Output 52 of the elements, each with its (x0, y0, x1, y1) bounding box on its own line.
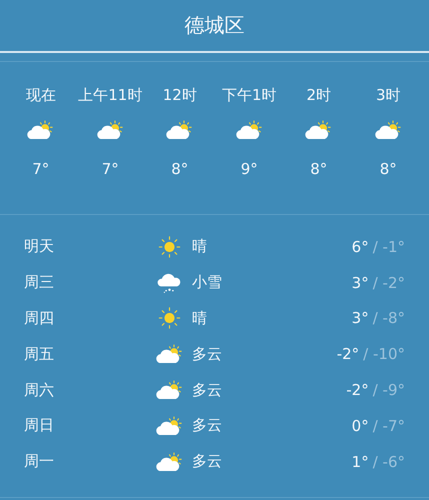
partly-cloudy-icon (156, 450, 182, 473)
hour-label: 现在 (26, 86, 56, 106)
low-temperature: / -9° (372, 381, 405, 400)
condition-label: 小雪 (192, 273, 223, 292)
partly-cloudy-icon (96, 120, 124, 140)
partly-cloudy-icon (236, 120, 263, 140)
hour-label: 下午1时 (222, 86, 277, 106)
day-label: 周一 (24, 452, 55, 472)
low-temperature: / -1° (372, 238, 405, 256)
day-label: 明天 (24, 237, 55, 256)
condition-label: 多云 (192, 380, 223, 400)
condition-label: 晴 (192, 308, 208, 328)
low-temperature: / -7° (372, 416, 405, 435)
high-temperature: 6° (352, 238, 369, 256)
high-temperature: 3° (352, 309, 369, 328)
high-temperature: -2° (336, 345, 360, 364)
hour-temperature: 7° (32, 160, 50, 178)
partly-cloudy-icon (166, 120, 194, 140)
partly-cloudy-icon (374, 120, 402, 140)
location-title: 德城区 (184, 12, 244, 39)
day-label: 周五 (24, 344, 55, 364)
low-temperature: / -6° (372, 452, 405, 471)
condition-label: 多云 (192, 452, 223, 472)
high-temperature: 3° (352, 274, 369, 292)
partly-cloudy-icon (156, 414, 182, 437)
day-label: 周四 (24, 308, 55, 328)
partly-cloudy-icon (305, 120, 332, 140)
condition-label: 多云 (192, 344, 223, 364)
high-temperature: -2° (346, 381, 369, 400)
hour-label: 上午11时 (78, 86, 142, 106)
condition-label: 晴 (192, 237, 208, 256)
high-temperature: 1° (352, 452, 369, 471)
snow-cloud-icon (156, 272, 182, 294)
hour-label: 2时 (306, 86, 332, 106)
partly-cloudy-icon (156, 379, 182, 402)
condition-label: 多云 (192, 416, 223, 436)
day-label: 周六 (24, 380, 55, 400)
day-label: 周日 (24, 416, 55, 436)
low-temperature: / -10° (363, 345, 405, 364)
hour-temperature: 7° (102, 160, 119, 178)
low-temperature: / -2° (372, 274, 405, 292)
hour-label: 12时 (162, 86, 197, 106)
partly-cloudy-icon (27, 120, 54, 140)
hour-temperature: 8° (380, 160, 397, 178)
hour-temperature: 8° (310, 160, 328, 178)
low-temperature: / -8° (372, 309, 405, 328)
hour-label: 3时 (376, 86, 401, 106)
hour-temperature: 9° (240, 160, 258, 178)
hour-temperature: 8° (171, 160, 188, 178)
partly-cloudy-icon (156, 343, 182, 366)
high-temperature: 0° (352, 416, 369, 435)
day-label: 周三 (24, 273, 55, 292)
